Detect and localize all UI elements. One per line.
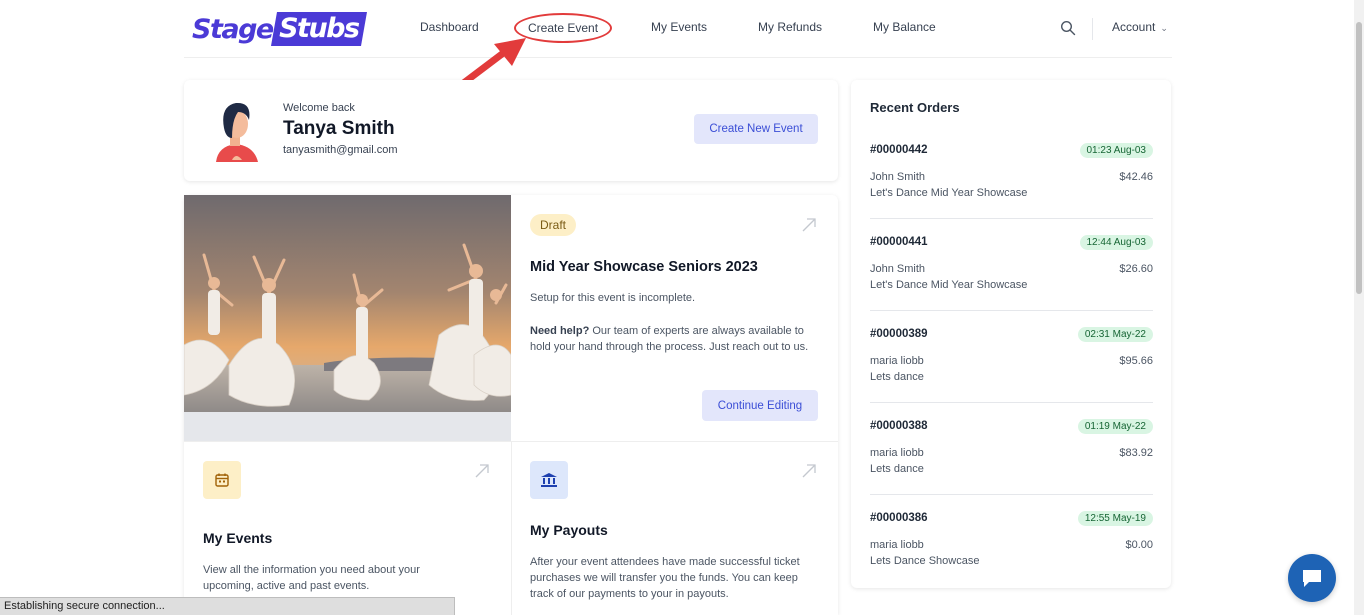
order-customer: maria liobb <box>870 539 924 551</box>
continue-editing-button[interactable]: Continue Editing <box>702 390 818 421</box>
top-navigation: Stage Stubs Dashboard Create Event My Ev… <box>184 0 1172 58</box>
chat-bubble-icon <box>1303 570 1321 587</box>
my-payouts-tile-icon <box>530 461 568 499</box>
order-divider <box>870 494 1153 495</box>
user-email: tanyasmith@gmail.com <box>283 144 398 156</box>
browser-status-bar: Establishing secure connection... <box>0 597 455 615</box>
nav-my-events[interactable]: My Events <box>651 20 707 34</box>
welcome-card: Welcome back Tanya Smith tanyasmith@gmai… <box>184 80 838 181</box>
account-menu[interactable]: Account ⌄ <box>1112 20 1168 34</box>
page-scrollbar[interactable] <box>1354 0 1364 615</box>
order-event: Lets dance <box>870 463 924 475</box>
order-id: #00000389 <box>870 328 928 340</box>
welcome-greeting: Welcome back <box>283 102 355 114</box>
order-id: #00000388 <box>870 420 928 432</box>
event-help-text: Need help? Our team of experts are alway… <box>530 323 820 355</box>
bank-icon <box>541 473 557 487</box>
order-amount: $26.60 <box>1119 263 1153 275</box>
event-photo[interactable] <box>184 195 511 412</box>
order-customer: John Smith <box>870 263 926 275</box>
order-divider <box>870 218 1153 219</box>
tile-divider <box>511 441 512 615</box>
recent-orders-title: Recent Orders <box>870 100 960 115</box>
order-item[interactable]: #00000442 01:23 Aug-03 John Smith $42.46… <box>870 143 1153 236</box>
user-name: Tanya Smith <box>283 118 395 139</box>
nav-my-balance[interactable]: My Balance <box>873 20 936 34</box>
nav-dashboard[interactable]: Dashboard <box>420 20 479 34</box>
header-divider <box>1092 18 1093 40</box>
external-link-arrow-icon[interactable] <box>801 217 817 233</box>
order-customer: John Smith <box>870 171 926 183</box>
chevron-down-icon: ⌄ <box>1160 23 1168 33</box>
order-divider <box>870 310 1153 311</box>
event-status-text: Setup for this event is incomplete. <box>530 292 696 304</box>
scrollbar-thumb[interactable] <box>1356 22 1362 294</box>
order-time-badge: 02:31 May-22 <box>1077 327 1153 342</box>
my-payouts-tile-title[interactable]: My Payouts <box>530 522 608 538</box>
page: Stage Stubs Dashboard Create Event My Ev… <box>0 0 1364 615</box>
order-amount: $95.66 <box>1119 355 1153 367</box>
order-time-badge: 12:44 Aug-03 <box>1079 235 1153 250</box>
avatar <box>216 102 258 162</box>
order-time-badge: 12:55 May-19 <box>1077 511 1153 526</box>
my-events-tile-title[interactable]: My Events <box>203 530 272 546</box>
logo-text-stage: Stage <box>192 13 274 45</box>
draft-event-card: Draft Mid Year Showcase Seniors 2023 Set… <box>184 195 838 615</box>
event-photo-frame <box>184 195 511 441</box>
order-item[interactable]: #00000388 01:19 May-22 maria liobb $83.9… <box>870 419 1153 512</box>
order-event: Let's Dance Mid Year Showcase <box>870 279 1028 291</box>
search-icon[interactable] <box>1060 20 1076 36</box>
help-bold: Need help? <box>530 325 590 337</box>
order-amount: $42.46 <box>1119 171 1153 183</box>
event-title[interactable]: Mid Year Showcase Seniors 2023 <box>530 259 758 275</box>
logo-text-stubs: Stubs <box>270 12 368 46</box>
order-customer: maria liobb <box>870 355 924 367</box>
my-events-tile-icon <box>203 461 241 499</box>
status-badge: Draft <box>530 214 577 236</box>
create-new-event-button[interactable]: Create New Event <box>694 114 818 144</box>
nav-my-refunds[interactable]: My Refunds <box>758 20 822 34</box>
my-events-tile-text: View all the information you need about … <box>203 564 420 592</box>
stagestubs-logo[interactable]: Stage Stubs <box>192 9 368 49</box>
order-customer: maria liobb <box>870 447 924 459</box>
order-item[interactable]: #00000389 02:31 May-22 maria liobb $95.6… <box>870 327 1153 420</box>
order-id: #00000386 <box>870 512 928 524</box>
my-events-link-icon[interactable] <box>474 463 490 479</box>
order-event: Let's Dance Mid Year Showcase <box>870 187 1028 199</box>
order-id: #00000442 <box>870 144 928 156</box>
order-event: Lets dance <box>870 371 924 383</box>
order-event: Lets Dance Showcase <box>870 555 980 567</box>
account-label: Account <box>1112 20 1156 34</box>
recent-orders-panel: Recent Orders #00000442 01:23 Aug-03 Joh… <box>851 80 1171 588</box>
my-payouts-tile-text: After your event attendees have made suc… <box>530 556 800 600</box>
chat-button[interactable] <box>1288 554 1336 602</box>
order-divider <box>870 402 1153 403</box>
order-time-badge: 01:23 Aug-03 <box>1079 143 1153 158</box>
calendar-icon <box>215 473 229 487</box>
order-item[interactable]: #00000441 12:44 Aug-03 John Smith $26.60… <box>870 235 1153 328</box>
order-id: #00000441 <box>870 236 928 248</box>
order-amount: $83.92 <box>1119 447 1153 459</box>
dancers-image <box>184 195 511 412</box>
order-item[interactable]: #00000386 12:55 May-19 maria liobb $0.00… <box>870 511 1153 604</box>
order-amount: $0.00 <box>1125 539 1153 551</box>
my-payouts-link-icon[interactable] <box>801 463 817 479</box>
order-time-badge: 01:19 May-22 <box>1077 419 1153 434</box>
